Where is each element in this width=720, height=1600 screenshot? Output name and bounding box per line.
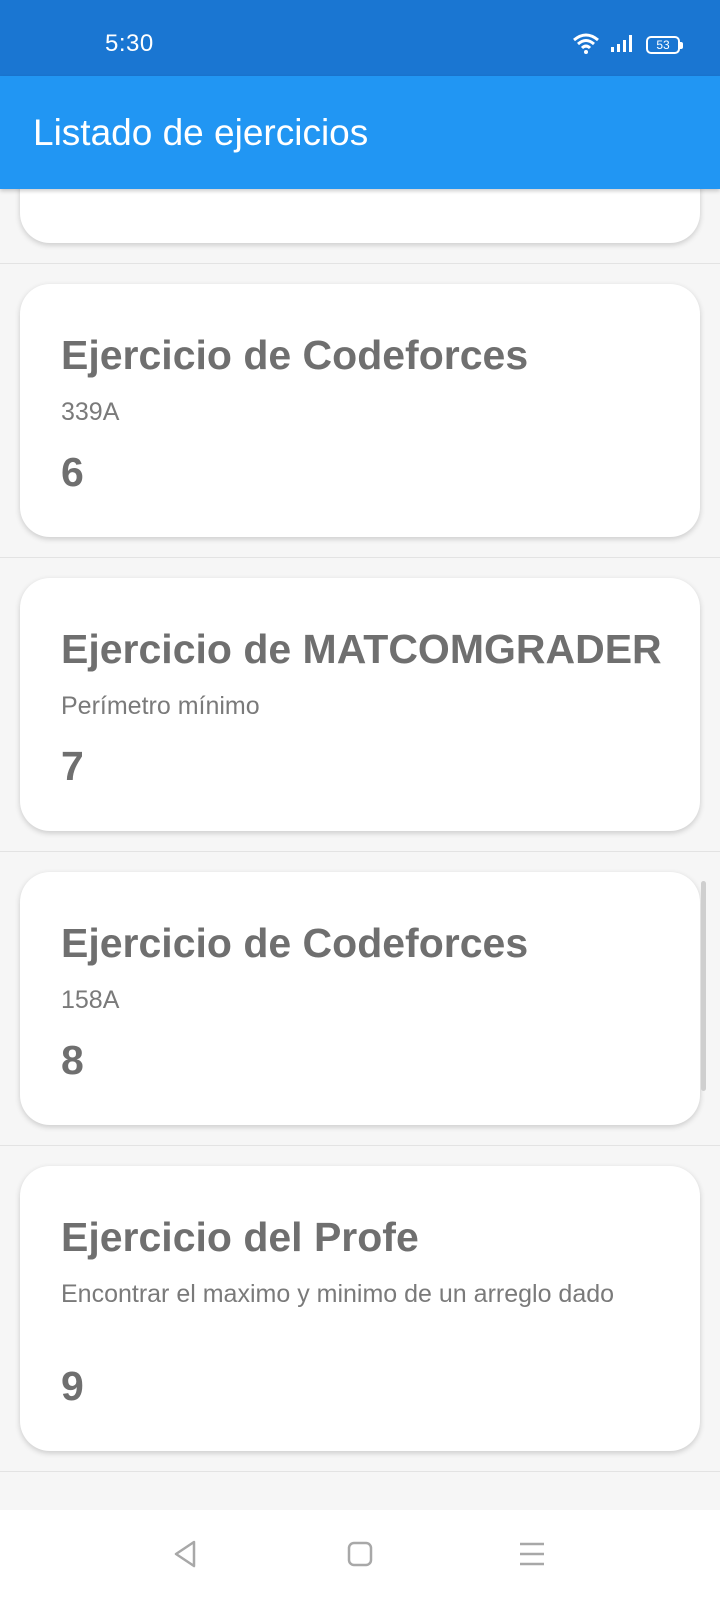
signal-icon	[610, 33, 636, 58]
exercise-card[interactable]: Ejercicio de MATCOMGRADER Perímetro míni…	[20, 578, 700, 831]
card-number: 7	[61, 743, 84, 789]
exercise-card[interactable]: 5	[20, 189, 700, 243]
card-subtitle: 158A	[61, 986, 120, 1014]
app-bar: Listado de ejercicios	[0, 76, 720, 189]
status-icons: 53	[572, 32, 683, 59]
card-number: 6	[61, 449, 84, 495]
card-number: 8	[61, 1037, 84, 1083]
list-item[interactable]: Ejercicio de Codeforces 339A 6	[0, 264, 720, 558]
status-bar: 5:30 53	[0, 0, 720, 76]
home-square-icon[interactable]	[342, 1536, 378, 1572]
exercise-card[interactable]: Ejercicio de Codeforces 339A 6	[20, 284, 700, 537]
page-title: Listado de ejercicios	[33, 112, 369, 153]
list-item[interactable]: Ejercicio de MATCOMGRADER Perímetro míni…	[0, 558, 720, 852]
card-title: Ejercicio de MATCOMGRADER	[61, 626, 662, 672]
card-subtitle: Perímetro mínimo	[61, 692, 260, 720]
exercise-list[interactable]: 5 Ejercicio de Codeforces 339A 6 Ejercic…	[0, 189, 720, 1510]
wifi-icon	[572, 32, 600, 59]
exercise-card[interactable]: Ejercicio de Codeforces 158A 8	[20, 872, 700, 1125]
status-time: 5:30	[105, 30, 154, 57]
system-nav-bar	[0, 1510, 720, 1600]
exercise-card[interactable]: Ejercicio del Profe Encontrar el maximo …	[20, 1166, 700, 1451]
list-item[interactable]: Ejercicio del Profe Encontrar el maximo …	[0, 1146, 720, 1472]
list-item[interactable]: Ejercicio de Codeforces 158A 8	[0, 852, 720, 1146]
menu-lines-icon[interactable]	[514, 1536, 550, 1572]
battery-icon: 53	[646, 36, 683, 54]
list-item-partial[interactable]: 5	[0, 189, 720, 264]
card-number: 9	[61, 1363, 84, 1409]
card-number-partial: 5	[61, 189, 84, 194]
scrollbar[interactable]	[701, 881, 706, 1091]
card-title: Ejercicio del Profe	[61, 1214, 419, 1260]
card-title: Ejercicio de Codeforces	[61, 920, 529, 966]
card-title: Ejercicio de Codeforces	[61, 332, 529, 378]
back-triangle-icon[interactable]	[168, 1536, 204, 1572]
card-subtitle: 339A	[61, 398, 120, 426]
card-subtitle: Encontrar el maximo y minimo de un arreg…	[61, 1280, 615, 1308]
